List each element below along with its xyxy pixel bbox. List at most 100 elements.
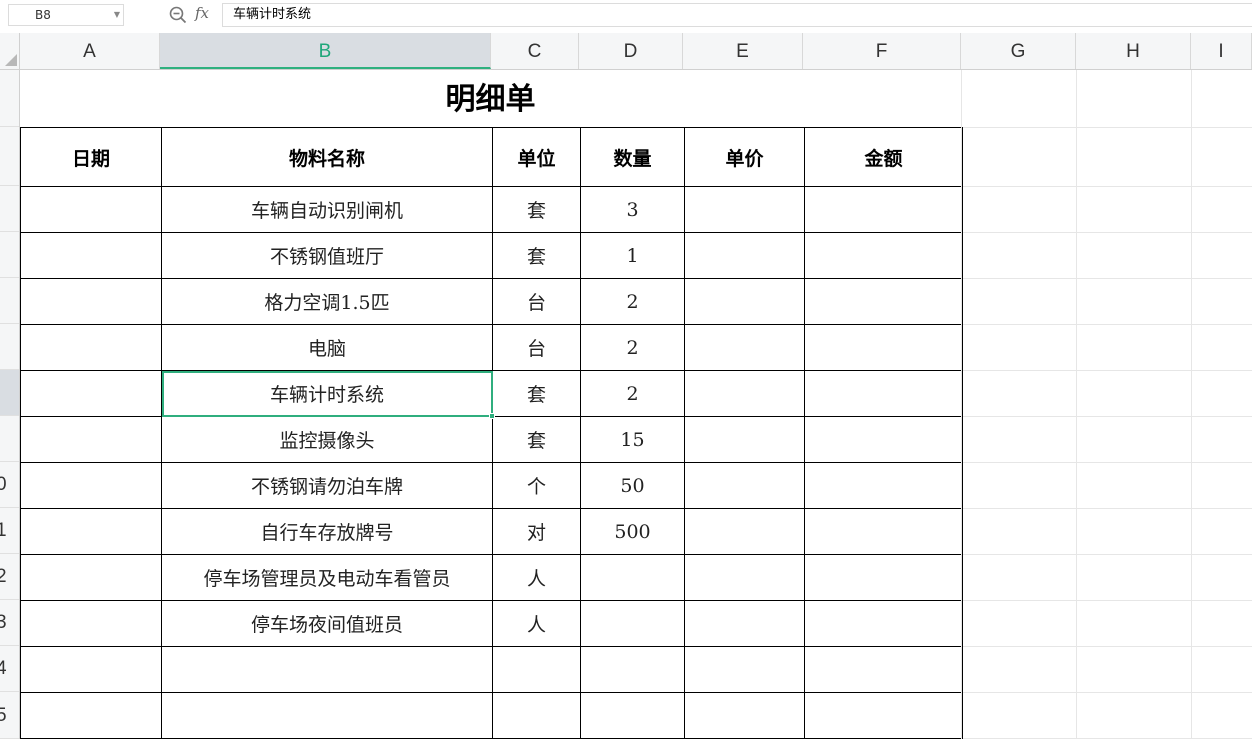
cell[interactable]: 不锈钢请勿泊车牌 — [161, 462, 493, 509]
row-header[interactable] — [0, 416, 19, 462]
header-cell[interactable]: 金额 — [804, 127, 963, 187]
column-header-b[interactable]: B — [160, 33, 491, 69]
cell[interactable] — [20, 186, 162, 233]
cell[interactable] — [804, 232, 963, 279]
row-header[interactable] — [0, 370, 19, 416]
cell[interactable] — [20, 508, 162, 555]
cell[interactable]: 电脑 — [161, 324, 493, 371]
column-header-c[interactable]: C — [491, 33, 579, 69]
cell[interactable]: 人 — [492, 554, 581, 601]
cell[interactable]: 2 — [580, 370, 685, 417]
cell[interactable]: 500 — [580, 508, 685, 555]
cell[interactable]: 15 — [580, 416, 685, 463]
cell[interactable] — [684, 554, 805, 601]
cell[interactable] — [684, 462, 805, 509]
cell[interactable] — [492, 692, 581, 739]
cell[interactable] — [804, 462, 963, 509]
cell[interactable] — [804, 600, 963, 647]
name-box[interactable]: B8 ▼ — [8, 4, 124, 26]
row-header[interactable] — [0, 127, 19, 186]
column-header-a[interactable]: A — [20, 33, 160, 69]
cell[interactable]: 监控摄像头 — [161, 416, 493, 463]
cell[interactable] — [20, 554, 162, 601]
cell[interactable] — [804, 324, 963, 371]
cell[interactable]: 车辆自动识别闸机 — [161, 186, 493, 233]
cell[interactable]: 对 — [492, 508, 581, 555]
cell[interactable]: 3 — [580, 186, 685, 233]
row-header[interactable] — [0, 186, 19, 232]
column-header-f[interactable]: F — [803, 33, 961, 69]
row-header[interactable]: 1 — [0, 508, 19, 554]
cell[interactable]: 50 — [580, 462, 685, 509]
row-header[interactable] — [0, 70, 19, 127]
fill-handle[interactable] — [489, 413, 495, 419]
cell[interactable] — [161, 692, 493, 739]
cell[interactable]: 停车场夜间值班员 — [161, 600, 493, 647]
cell[interactable] — [684, 232, 805, 279]
row-header[interactable] — [0, 324, 19, 370]
cell[interactable] — [20, 232, 162, 279]
cell[interactable] — [804, 646, 963, 693]
cell[interactable] — [684, 324, 805, 371]
cell[interactable]: 1 — [580, 232, 685, 279]
row-header[interactable]: 4 — [0, 646, 19, 692]
row-header[interactable]: 2 — [0, 554, 19, 600]
cell[interactable] — [804, 186, 963, 233]
cell[interactable] — [20, 416, 162, 463]
cell[interactable]: 套 — [492, 416, 581, 463]
column-header-i[interactable]: I — [1191, 33, 1252, 69]
cell[interactable] — [580, 554, 685, 601]
cell[interactable] — [161, 646, 493, 693]
cell[interactable] — [20, 646, 162, 693]
cell[interactable] — [684, 370, 805, 417]
chevron-down-icon[interactable]: ▼ — [114, 5, 120, 25]
sheet-grid[interactable]: 明细单 日期 物料名称 单位 数量 单价 金额 车辆自动识别闸机套 3 不锈钢值班厅套 1 格力空调… — [20, 70, 1252, 739]
cell[interactable] — [684, 646, 805, 693]
row-header[interactable]: 3 — [0, 600, 19, 646]
zoom-icon[interactable] — [168, 5, 188, 25]
cell[interactable] — [684, 186, 805, 233]
cell[interactable] — [580, 600, 685, 647]
cell[interactable]: 台 — [492, 324, 581, 371]
cell[interactable]: 自行车存放牌号 — [161, 508, 493, 555]
header-cell[interactable]: 数量 — [580, 127, 685, 187]
cell[interactable] — [20, 692, 162, 739]
active-cell[interactable]: 车辆计时系统 — [161, 370, 493, 417]
cell[interactable] — [684, 278, 805, 325]
column-header-e[interactable]: E — [683, 33, 803, 69]
cell[interactable] — [684, 416, 805, 463]
cell[interactable]: 套 — [492, 232, 581, 279]
row-header[interactable]: 0 — [0, 462, 19, 508]
row-header[interactable] — [0, 278, 19, 324]
cell[interactable]: 套 — [492, 370, 581, 417]
cell[interactable]: 人 — [492, 600, 581, 647]
cell[interactable] — [684, 692, 805, 739]
cell[interactable]: 台 — [492, 278, 581, 325]
header-cell[interactable]: 物料名称 — [161, 127, 493, 187]
cell[interactable] — [20, 462, 162, 509]
cell[interactable] — [804, 278, 963, 325]
cell[interactable] — [804, 508, 963, 555]
column-header-h[interactable]: H — [1076, 33, 1191, 69]
cell[interactable] — [804, 692, 963, 739]
cell[interactable]: 个 — [492, 462, 581, 509]
function-icon[interactable]: fx — [195, 4, 209, 22]
cell[interactable]: 套 — [492, 186, 581, 233]
cell[interactable] — [492, 646, 581, 693]
row-header[interactable]: 5 — [0, 692, 19, 739]
formula-input[interactable]: 车辆计时系统 — [222, 3, 1252, 27]
cell[interactable]: 不锈钢值班厅 — [161, 232, 493, 279]
cell[interactable] — [20, 324, 162, 371]
cell[interactable] — [804, 554, 963, 601]
cell[interactable]: 停车场管理员及电动车看管员 — [161, 554, 493, 601]
cell[interactable] — [684, 508, 805, 555]
cell[interactable] — [580, 646, 685, 693]
cell[interactable] — [20, 600, 162, 647]
cell[interactable] — [804, 416, 963, 463]
cell[interactable] — [20, 370, 162, 417]
header-cell[interactable]: 单价 — [684, 127, 805, 187]
cell[interactable] — [580, 692, 685, 739]
column-header-g[interactable]: G — [961, 33, 1076, 69]
column-header-d[interactable]: D — [579, 33, 683, 69]
header-cell[interactable]: 日期 — [20, 127, 162, 187]
